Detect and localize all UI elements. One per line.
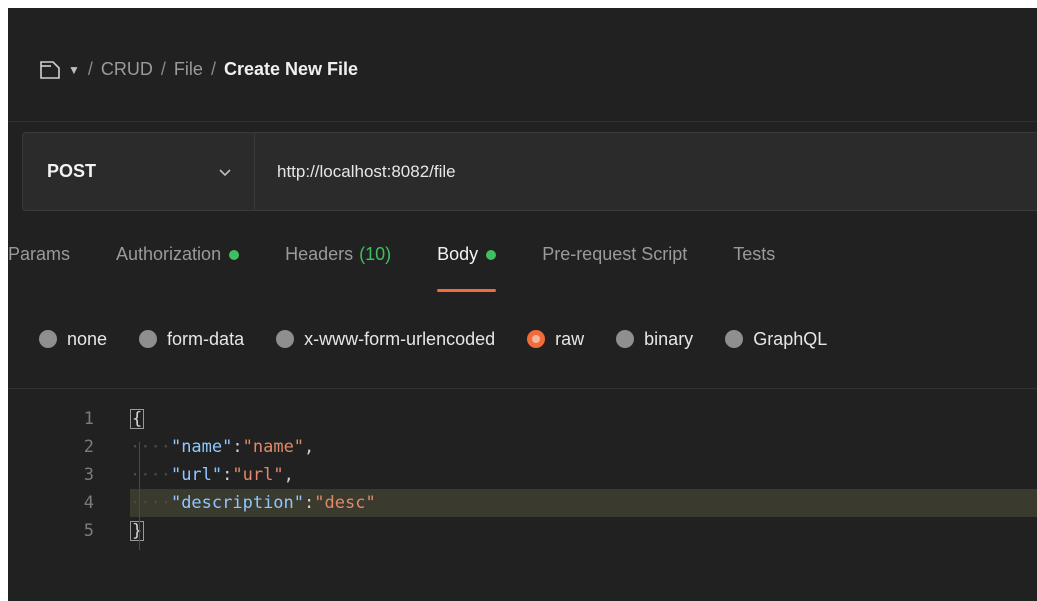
tab-body[interactable]: Body xyxy=(437,236,497,292)
status-dot-icon xyxy=(229,250,240,260)
radio-label: binary xyxy=(644,328,694,349)
tab-authorization[interactable]: Authorization xyxy=(116,236,240,292)
tab-label: Params xyxy=(8,244,71,264)
breadcrumb-item-file[interactable]: File xyxy=(174,59,203,80)
page-title[interactable]: Create New File xyxy=(224,59,358,80)
radio-circle-icon xyxy=(39,330,57,348)
line-number: 2 xyxy=(83,437,94,457)
collection-icon[interactable] xyxy=(40,60,62,79)
body-type-radios: none form-data x-www-form-urlencoded raw… xyxy=(39,316,859,362)
method-label: POST xyxy=(47,161,97,181)
tab-headers[interactable]: Headers (10) xyxy=(285,236,391,292)
radio-label: raw xyxy=(555,328,585,349)
line-code: } xyxy=(130,517,1037,545)
tab-label: Headers xyxy=(285,244,354,264)
radio-label: none xyxy=(67,328,108,349)
json-key: "url" xyxy=(170,465,223,485)
close-brace: } xyxy=(130,521,145,541)
radio-circle-icon xyxy=(276,330,295,348)
radio-label: form-data xyxy=(167,328,245,349)
radio-label: GraphQL xyxy=(753,328,828,349)
indent-guide: ···· xyxy=(130,465,171,485)
json-colon: : xyxy=(232,437,243,457)
editor-line: 5 } xyxy=(8,517,1037,545)
line-code: ···· "name": "name", xyxy=(130,433,1037,461)
breadcrumb-separator: / xyxy=(160,59,166,79)
tab-tests[interactable]: Tests xyxy=(733,236,775,292)
json-value: "name" xyxy=(242,437,305,457)
json-key: "name" xyxy=(170,437,233,457)
editor-line: 3 ···· "url": "url", xyxy=(8,461,1037,489)
radio-circle-icon xyxy=(139,330,158,348)
tab-label: Body xyxy=(437,244,479,264)
json-colon: : xyxy=(304,493,315,513)
line-code: ···· "description": "desc" xyxy=(130,489,1037,517)
chevron-down-icon xyxy=(219,168,231,176)
radio-none[interactable]: none xyxy=(39,329,107,350)
breadcrumb-separator: / xyxy=(87,59,93,79)
json-value: "url" xyxy=(232,465,284,485)
radio-raw[interactable]: raw xyxy=(527,329,584,350)
json-colon: : xyxy=(222,465,233,485)
url-input[interactable] xyxy=(255,133,1037,210)
radio-selected-icon xyxy=(527,330,546,348)
radio-circle-icon xyxy=(725,330,744,348)
radio-graphql[interactable]: GraphQL xyxy=(725,329,827,350)
status-dot-icon xyxy=(486,250,497,260)
tab-label: Pre-request Script xyxy=(542,244,688,264)
json-comma: , xyxy=(283,465,294,485)
radio-label: x-www-form-urlencoded xyxy=(304,328,496,349)
indent-guide: ···· xyxy=(130,493,171,513)
line-code: { xyxy=(130,405,1037,433)
breadcrumb-separator: / xyxy=(210,59,216,79)
open-brace: { xyxy=(130,409,145,429)
tab-params[interactable]: Params xyxy=(8,236,70,292)
radio-x-www-form-urlencoded[interactable]: x-www-form-urlencoded xyxy=(276,329,495,350)
line-number: 5 xyxy=(83,521,94,541)
editor-line-active: 4 ···· "description": "desc" xyxy=(8,489,1037,517)
json-key: "description" xyxy=(170,493,305,513)
editor-line: 2 ···· "name": "name", xyxy=(8,433,1037,461)
postman-request-editor: ▼ / CRUD / File / Create New File POST P… xyxy=(8,8,1037,601)
request-bar: POST xyxy=(22,132,1037,211)
line-code: ···· "url": "url", xyxy=(130,461,1037,489)
tab-prerequest-script[interactable]: Pre-request Script xyxy=(542,236,687,292)
tab-label: Authorization xyxy=(116,244,222,264)
breadcrumb: ▼ / CRUD / File / Create New File xyxy=(8,18,1037,122)
line-number: 3 xyxy=(83,465,94,485)
tab-label: Tests xyxy=(733,244,776,264)
headers-count-badge: (10) xyxy=(359,244,392,264)
line-number: 1 xyxy=(83,409,94,429)
json-comma: , xyxy=(304,437,315,457)
caret-down-icon[interactable]: ▼ xyxy=(68,63,80,77)
radio-form-data[interactable]: form-data xyxy=(139,329,244,350)
radio-circle-icon xyxy=(616,330,635,348)
line-number: 4 xyxy=(83,493,94,513)
indent-guide-line xyxy=(139,442,140,550)
breadcrumb-item-crud[interactable]: CRUD xyxy=(101,59,153,80)
code-editor[interactable]: 1 { 2 ···· "name": "name", 3 ···· "url": "ur… xyxy=(8,388,1037,601)
json-value: "desc" xyxy=(314,493,376,513)
indent-guide: ···· xyxy=(130,437,171,457)
editor-line: 1 { xyxy=(8,405,1037,433)
radio-binary[interactable]: binary xyxy=(616,329,693,350)
method-select[interactable]: POST xyxy=(23,133,255,210)
request-tabs: Params Authorization Headers (10) Body P… xyxy=(8,236,1037,292)
